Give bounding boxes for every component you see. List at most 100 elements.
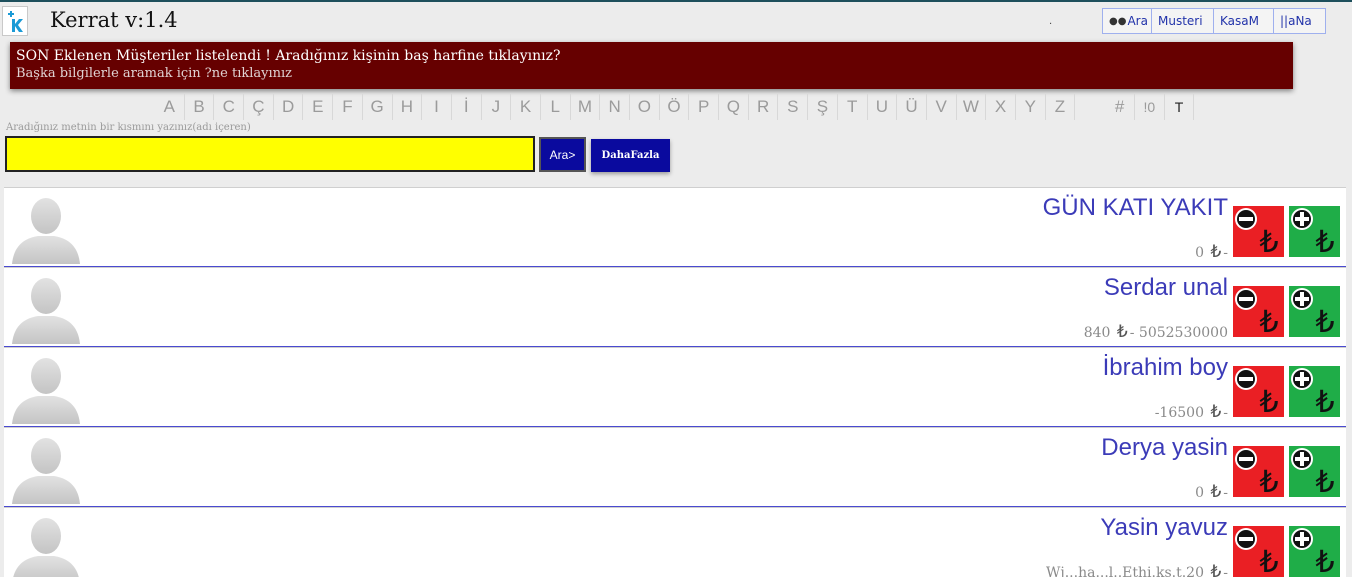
credit-button[interactable]: ₺: [1289, 526, 1340, 577]
letter-filter-24[interactable]: U: [868, 94, 898, 120]
letter-filter-6[interactable]: F: [333, 94, 363, 120]
customer-balance-line: 840 ₺ - 5052530000: [1084, 322, 1228, 342]
separator: -: [1223, 485, 1228, 501]
letter-filter-0[interactable]: A: [155, 94, 185, 120]
customer-name[interactable]: Yasin yavuz: [1100, 514, 1228, 542]
separator: -: [1223, 245, 1228, 261]
avatar-placeholder-icon: [8, 194, 84, 264]
app-title: Kerrat v:1.4: [50, 8, 178, 32]
customer-balance-line: Wj...ha...l..Ethi.ks.t.20 ₺ -: [1046, 562, 1228, 577]
letter-filter-23[interactable]: T: [838, 94, 868, 120]
minus-lira-icon: ₺: [1233, 206, 1284, 257]
debit-button[interactable]: ₺: [1233, 366, 1284, 417]
separator: -: [1223, 565, 1228, 577]
search-button[interactable]: Ara>: [539, 137, 586, 172]
notice-line-2[interactable]: Başka bilgilerle aramak için ?ne tıklayı…: [16, 65, 1287, 82]
letter-filter-19[interactable]: Q: [719, 94, 749, 120]
nav-musteri-link[interactable]: Musteri: [1151, 8, 1214, 34]
plus-lira-icon: ₺: [1289, 366, 1340, 417]
customer-name[interactable]: GÜN KATI YAKIT: [1043, 194, 1228, 222]
customer-row[interactable]: İbrahim boy -16500 ₺ - ₺ ₺: [4, 347, 1346, 427]
letter-filter-8[interactable]: H: [393, 94, 423, 120]
top-bar: Kerrat v:1.4 . ●● Ara Musteri KasaM ||aN…: [0, 0, 1352, 38]
letter-filter-4[interactable]: D: [274, 94, 304, 120]
credit-button[interactable]: ₺: [1289, 366, 1340, 417]
letter-filter-29[interactable]: Y: [1016, 94, 1046, 120]
avatar-placeholder-icon: [8, 274, 84, 344]
debit-button[interactable]: ₺: [1233, 446, 1284, 497]
letter-filter-25[interactable]: Ü: [897, 94, 927, 120]
nav-kasam-link[interactable]: KasaM: [1213, 8, 1274, 34]
lira-icon: ₺: [1210, 482, 1222, 502]
lira-icon: ₺: [1116, 322, 1128, 342]
nav-ilana-link[interactable]: ||aNa: [1273, 8, 1326, 34]
letter-filter-28[interactable]: X: [986, 94, 1016, 120]
letter-filter-13[interactable]: L: [541, 94, 571, 120]
customer-phone: 5052530000: [1138, 325, 1228, 341]
minus-lira-icon: ₺: [1233, 286, 1284, 337]
plus-lira-icon: ₺: [1289, 446, 1340, 497]
letter-filter-20[interactable]: R: [749, 94, 779, 120]
nav-ara-label: Ara: [1127, 14, 1148, 28]
debit-button[interactable]: ₺: [1233, 526, 1284, 577]
letter-filter-21[interactable]: S: [778, 94, 809, 120]
extra-filter-0[interactable]: #: [1105, 94, 1135, 120]
letter-filter-18[interactable]: P: [689, 94, 720, 120]
minus-lira-icon: ₺: [1233, 446, 1284, 497]
customer-balance: Wj...ha...l..Ethi.ks.t.20: [1046, 565, 1204, 577]
customer-balance: 0: [1195, 485, 1204, 501]
svg-text:₺: ₺: [1259, 225, 1278, 257]
svg-text:₺: ₺: [1259, 545, 1278, 577]
customer-row[interactable]: GÜN KATI YAKIT 0 ₺ - ₺ ₺: [4, 187, 1346, 267]
letter-filter-3[interactable]: Ç: [244, 94, 274, 120]
minus-lira-icon: ₺: [1233, 366, 1284, 417]
lira-icon: ₺: [1210, 242, 1222, 262]
customer-row[interactable]: Yasin yavuz Wj...ha...l..Ethi.ks.t.20 ₺ - …: [4, 507, 1346, 577]
extra-filter-2[interactable]: T: [1165, 94, 1195, 120]
customer-name[interactable]: Derya yasin: [1101, 434, 1228, 462]
notice-banner: SON Eklenen Müşteriler listelendi ! Arad…: [10, 42, 1293, 89]
debit-button[interactable]: ₺: [1233, 206, 1284, 257]
letter-filter-11[interactable]: J: [482, 94, 512, 120]
credit-button[interactable]: ₺: [1289, 286, 1340, 337]
customer-name[interactable]: Serdar unal: [1104, 274, 1228, 302]
letter-filter-10[interactable]: İ: [452, 94, 482, 120]
letter-filter-2[interactable]: C: [214, 94, 245, 120]
app-logo-icon[interactable]: [2, 6, 28, 36]
customer-balance-line: -16500 ₺ -: [1155, 402, 1228, 422]
credit-button[interactable]: ₺: [1289, 206, 1340, 257]
letter-filter-9[interactable]: I: [422, 94, 452, 120]
letter-filter-7[interactable]: G: [363, 94, 393, 120]
letter-filter-30[interactable]: Z: [1046, 94, 1076, 120]
customer-row[interactable]: Derya yasin 0 ₺ - ₺ ₺: [4, 427, 1346, 507]
letter-filter-1[interactable]: B: [185, 94, 215, 120]
letter-filter-16[interactable]: O: [630, 94, 660, 120]
credit-button[interactable]: ₺: [1289, 446, 1340, 497]
letter-filter-26[interactable]: V: [927, 94, 957, 120]
more-search-button[interactable]: DahaFazla: [591, 139, 670, 172]
customer-balance-line: 0 ₺ -: [1195, 482, 1228, 502]
customer-balance: -16500: [1154, 405, 1204, 421]
customer-balance-line: 0 ₺ -: [1195, 242, 1228, 262]
lira-icon: ₺: [1210, 402, 1222, 422]
extra-filter-1[interactable]: !0: [1135, 94, 1165, 120]
search-input[interactable]: [5, 136, 535, 172]
letter-filter-17[interactable]: Ö: [660, 94, 690, 120]
debit-button[interactable]: ₺: [1233, 286, 1284, 337]
customer-row[interactable]: Serdar unal 840 ₺ - 5052530000 ₺ ₺: [4, 267, 1346, 347]
minus-lira-icon: ₺: [1233, 526, 1284, 577]
customer-list: GÜN KATI YAKIT 0 ₺ - ₺ ₺ Serdar unal 840 ₺ - 5…: [4, 187, 1346, 577]
letter-filter-27[interactable]: W: [957, 94, 987, 120]
plus-lira-icon: ₺: [1289, 286, 1340, 337]
avatar-placeholder-icon: [8, 514, 84, 577]
nav-ara-link[interactable]: ●● Ara: [1102, 8, 1152, 34]
letter-filter-5[interactable]: E: [303, 94, 334, 120]
svg-text:₺: ₺: [1315, 385, 1334, 417]
letter-filter-12[interactable]: K: [511, 94, 541, 120]
customer-balance: 0: [1195, 245, 1204, 261]
letter-filter-15[interactable]: N: [600, 94, 630, 120]
binoculars-icon: ●●: [1109, 15, 1127, 27]
letter-filter-14[interactable]: M: [571, 94, 601, 120]
letter-filter-22[interactable]: Ş: [808, 94, 838, 120]
customer-name[interactable]: İbrahim boy: [1103, 354, 1228, 382]
